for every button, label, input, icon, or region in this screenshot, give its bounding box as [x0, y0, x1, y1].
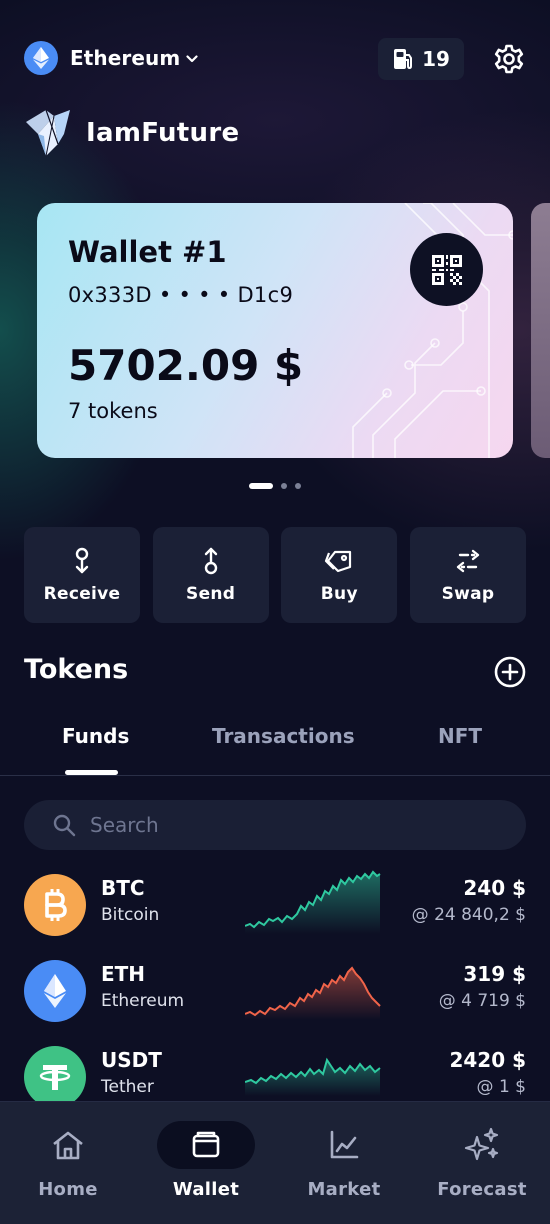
action-label: Receive	[43, 584, 121, 604]
network-selector[interactable]: Ethereum	[24, 41, 198, 75]
usdt-sparkline	[245, 1057, 381, 1096]
wallet-card[interactable]: Wallet #1 0x333D • • • • D1c9 5702.09 $ …	[37, 203, 513, 458]
bitcoin-icon	[24, 874, 86, 936]
butterfly-logo-icon	[26, 109, 70, 157]
wallet-actions: Receive Send Buy Swap	[24, 527, 526, 623]
gas-count: 19	[422, 47, 450, 71]
token-price: @ 1 $	[476, 1077, 526, 1097]
tab-transactions[interactable]: Transactions	[212, 724, 355, 748]
wallet-title: Wallet #1	[68, 235, 227, 269]
token-tabs: Funds Transactions NFT	[0, 718, 550, 776]
search-bar	[24, 800, 526, 850]
action-label: Buy	[320, 584, 358, 604]
action-label: Send	[186, 584, 236, 604]
pager-dot[interactable]	[295, 483, 301, 489]
swap-button[interactable]: Swap	[409, 527, 526, 623]
next-wallet-card[interactable]	[531, 203, 550, 458]
tag-icon	[324, 546, 354, 576]
pager-dot[interactable]	[249, 483, 273, 489]
send-icon	[202, 546, 220, 576]
btc-sparkline	[245, 870, 381, 934]
buy-button[interactable]: Buy	[281, 527, 398, 623]
token-row-eth[interactable]: ETH Ethereum 319 $ @ 4 719 $	[24, 960, 526, 1022]
token-amount: 240 $	[463, 876, 526, 900]
chevron-down-icon	[186, 55, 198, 63]
eth-sparkline	[245, 966, 381, 1020]
chart-line-icon	[329, 1121, 359, 1169]
token-symbol: USDT	[101, 1048, 162, 1072]
token-row-btc[interactable]: BTC Bitcoin 240 $ @ 24 840,2 $	[24, 870, 526, 936]
token-symbol: BTC	[101, 876, 145, 900]
search-input[interactable]	[90, 813, 470, 837]
receive-button[interactable]: Receive	[24, 527, 140, 623]
nav-market[interactable]: Market	[294, 1102, 394, 1224]
home-icon	[51, 1121, 85, 1169]
search-icon	[53, 814, 76, 837]
wallet-icon	[157, 1121, 255, 1169]
ethereum-icon	[24, 960, 86, 1022]
token-name: Bitcoin	[101, 905, 160, 925]
receive-icon	[73, 546, 91, 576]
plus-circle-icon	[494, 656, 526, 688]
nav-wallet[interactable]: Wallet	[157, 1102, 255, 1224]
swap-icon	[454, 546, 482, 576]
sparkles-icon	[463, 1121, 501, 1169]
circuit-pattern	[352, 203, 513, 458]
brand-name: IamFuture	[86, 118, 240, 148]
gas-price-button[interactable]: 19	[378, 38, 464, 80]
network-name: Ethereum	[70, 46, 181, 70]
token-name: Tether	[101, 1077, 154, 1097]
token-amount: 319 $	[463, 962, 526, 986]
nav-home[interactable]: Home	[18, 1102, 118, 1224]
settings-button[interactable]	[492, 42, 526, 76]
qr-code-button[interactable]	[410, 233, 483, 306]
active-tab-indicator	[65, 770, 118, 775]
tokens-header: Tokens	[24, 654, 526, 690]
token-name: Ethereum	[101, 991, 185, 1011]
tab-nft[interactable]: NFT	[438, 724, 482, 748]
ethereum-icon	[24, 41, 58, 75]
add-token-button[interactable]	[494, 656, 526, 688]
fuel-pump-icon	[394, 49, 413, 70]
gear-icon	[494, 44, 524, 74]
nav-forecast[interactable]: Forecast	[432, 1102, 532, 1224]
send-button[interactable]: Send	[152, 527, 269, 623]
token-amount: 2420 $	[449, 1048, 526, 1072]
wallet-balance: 5702.09 $	[68, 341, 304, 390]
qr-code-icon	[431, 254, 462, 285]
tokens-title: Tokens	[24, 654, 129, 685]
wallet-token-count: 7 tokens	[68, 399, 158, 423]
action-label: Swap	[441, 584, 495, 604]
token-price: @ 4 719 $	[438, 991, 526, 1011]
token-row-usdt[interactable]: USDT Tether 2420 $ @ 1 $	[24, 1046, 526, 1108]
tab-funds[interactable]: Funds	[62, 724, 129, 748]
brand: IamFuture	[24, 108, 239, 158]
wallet-address: 0x333D • • • • D1c9	[68, 283, 294, 307]
nav-label: Wallet	[172, 1179, 240, 1200]
tether-icon	[24, 1046, 86, 1108]
nav-label: Home	[38, 1179, 98, 1200]
token-symbol: ETH	[101, 962, 146, 986]
pager-dot[interactable]	[281, 483, 287, 489]
token-price: @ 24 840,2 $	[411, 905, 526, 925]
nav-label: Market	[307, 1179, 381, 1200]
card-pager	[0, 483, 550, 489]
nav-label: Forecast	[437, 1179, 527, 1200]
top-bar: Ethereum 19	[24, 38, 526, 80]
bottom-navigation: Home Wallet Market Forecast	[0, 1101, 550, 1224]
